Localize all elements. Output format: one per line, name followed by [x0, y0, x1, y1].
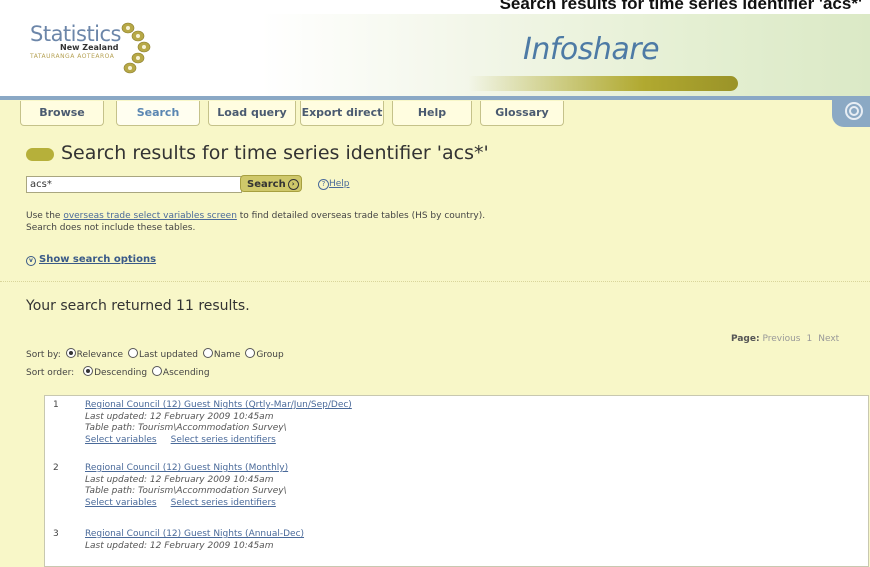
pager-previous[interactable]: Previous [762, 334, 800, 344]
search-input[interactable] [26, 176, 242, 193]
tab-load-query[interactable]: Load query [208, 101, 296, 126]
title-marker-icon [26, 148, 54, 161]
caption-text: Search results for time series identifie… [499, 0, 862, 13]
item-title-link[interactable]: Regional Council (12) Guest Nights (Mont… [85, 463, 290, 475]
tab-search[interactable]: Search [116, 101, 200, 126]
info-line2: Search does not include these tables. [26, 223, 196, 233]
tab-glossary[interactable]: Glossary [480, 101, 564, 126]
item-updated: Last updated: 12 February 2009 10:45am [85, 474, 274, 485]
pager-current: 1 [806, 334, 813, 344]
sort-by-row: Sort by: Relevance Last updated Name Gro… [26, 348, 284, 360]
item-title-link[interactable]: Regional Council (12) Guest Nights (Annu… [85, 529, 304, 541]
tab-export-direct[interactable]: Export direct [300, 101, 384, 126]
results-count: Your search returned 11 results. [26, 298, 250, 314]
pager: Page: Previous 1 Next [731, 334, 839, 344]
sort-option-label: Group [256, 350, 284, 360]
koru-chain-icon [121, 22, 151, 74]
sort-order-row: Sort order: Descending Ascending [26, 366, 210, 378]
show-search-options-link[interactable]: v Show search options [26, 254, 156, 266]
infoshare-brand: Infoshare [523, 32, 660, 67]
pager-label: Page: [731, 334, 760, 344]
help-link-label: Help [329, 179, 350, 189]
select-series-identifiers-link[interactable]: Select series identifiers [171, 435, 276, 445]
item-number: 1 [53, 400, 59, 410]
stats-nz-logo[interactable]: Statistics New Zealand TATAURANGA AOTEAR… [30, 22, 151, 74]
info-text: Use the overseas trade select variables … [26, 210, 485, 234]
results-list: 1 Regional Council (12) Guest Nights (Qr… [44, 395, 869, 567]
search-button[interactable]: Search › [240, 175, 302, 192]
show-search-options-label: Show search options [39, 254, 157, 265]
item-number: 3 [53, 529, 59, 539]
sort-option-label: Name [213, 350, 241, 360]
info-line1-pre: Use the [26, 211, 64, 221]
section-divider [0, 281, 870, 282]
overseas-trade-link[interactable]: overseas trade select variables screen [63, 211, 237, 221]
sort-last-updated-radio[interactable] [127, 348, 138, 358]
chevron-down-icon: v [26, 256, 36, 266]
sort-group-radio[interactable] [245, 348, 256, 358]
info-line1-post: to find detailed overseas trade tables (… [236, 211, 486, 221]
item-updated: Last updated: 12 February 2009 10:45am [85, 411, 274, 422]
item-updated: Last updated: 12 February 2009 10:45am [85, 540, 274, 551]
sort-by-label: Sort by: [26, 350, 61, 360]
caption-bar: Search results for time series identifie… [0, 0, 870, 14]
pager-next[interactable]: Next [818, 334, 839, 344]
page-title: Search results for time series identifie… [61, 142, 489, 164]
spiral-icon [845, 102, 863, 120]
sort-relevance-radio[interactable] [65, 348, 76, 358]
order-option-label: Descending [94, 368, 148, 378]
sort-order-label: Sort order: [26, 368, 75, 378]
help-icon: ? [318, 179, 329, 190]
order-option-label: Ascending [162, 368, 210, 378]
order-ascending-radio[interactable] [151, 366, 162, 376]
sort-name-radio[interactable] [202, 348, 213, 358]
select-variables-link[interactable]: Select variables [85, 498, 157, 508]
brand-swoosh [468, 76, 738, 91]
header-corner-ornament [832, 97, 870, 127]
help-link[interactable]: ? Help [318, 178, 350, 190]
item-path: Table path: Tourism\Accommodation Survey… [85, 486, 287, 496]
item-number: 2 [53, 463, 59, 473]
select-series-identifiers-link[interactable]: Select series identifiers [171, 498, 276, 508]
tab-help[interactable]: Help [392, 101, 472, 126]
order-descending-radio[interactable] [83, 366, 94, 376]
item-path: Table path: Tourism\Accommodation Survey… [85, 423, 287, 433]
item-title-link[interactable]: Regional Council (12) Guest Nights (Qrtl… [85, 400, 352, 412]
logo-line-3: TATAURANGA AOTEAROA [30, 53, 115, 60]
logo-line-2: New Zealand [60, 43, 119, 52]
select-variables-link[interactable]: Select variables [85, 435, 157, 445]
sort-option-label: Last updated [138, 350, 198, 360]
sort-option-label: Relevance [76, 350, 124, 360]
tab-browse[interactable]: Browse [20, 101, 104, 126]
nav-divider [0, 96, 870, 100]
arrow-right-icon: › [287, 178, 299, 190]
site-header: Statistics New Zealand TATAURANGA AOTEAR… [0, 14, 870, 97]
search-button-label: Search [247, 179, 286, 190]
